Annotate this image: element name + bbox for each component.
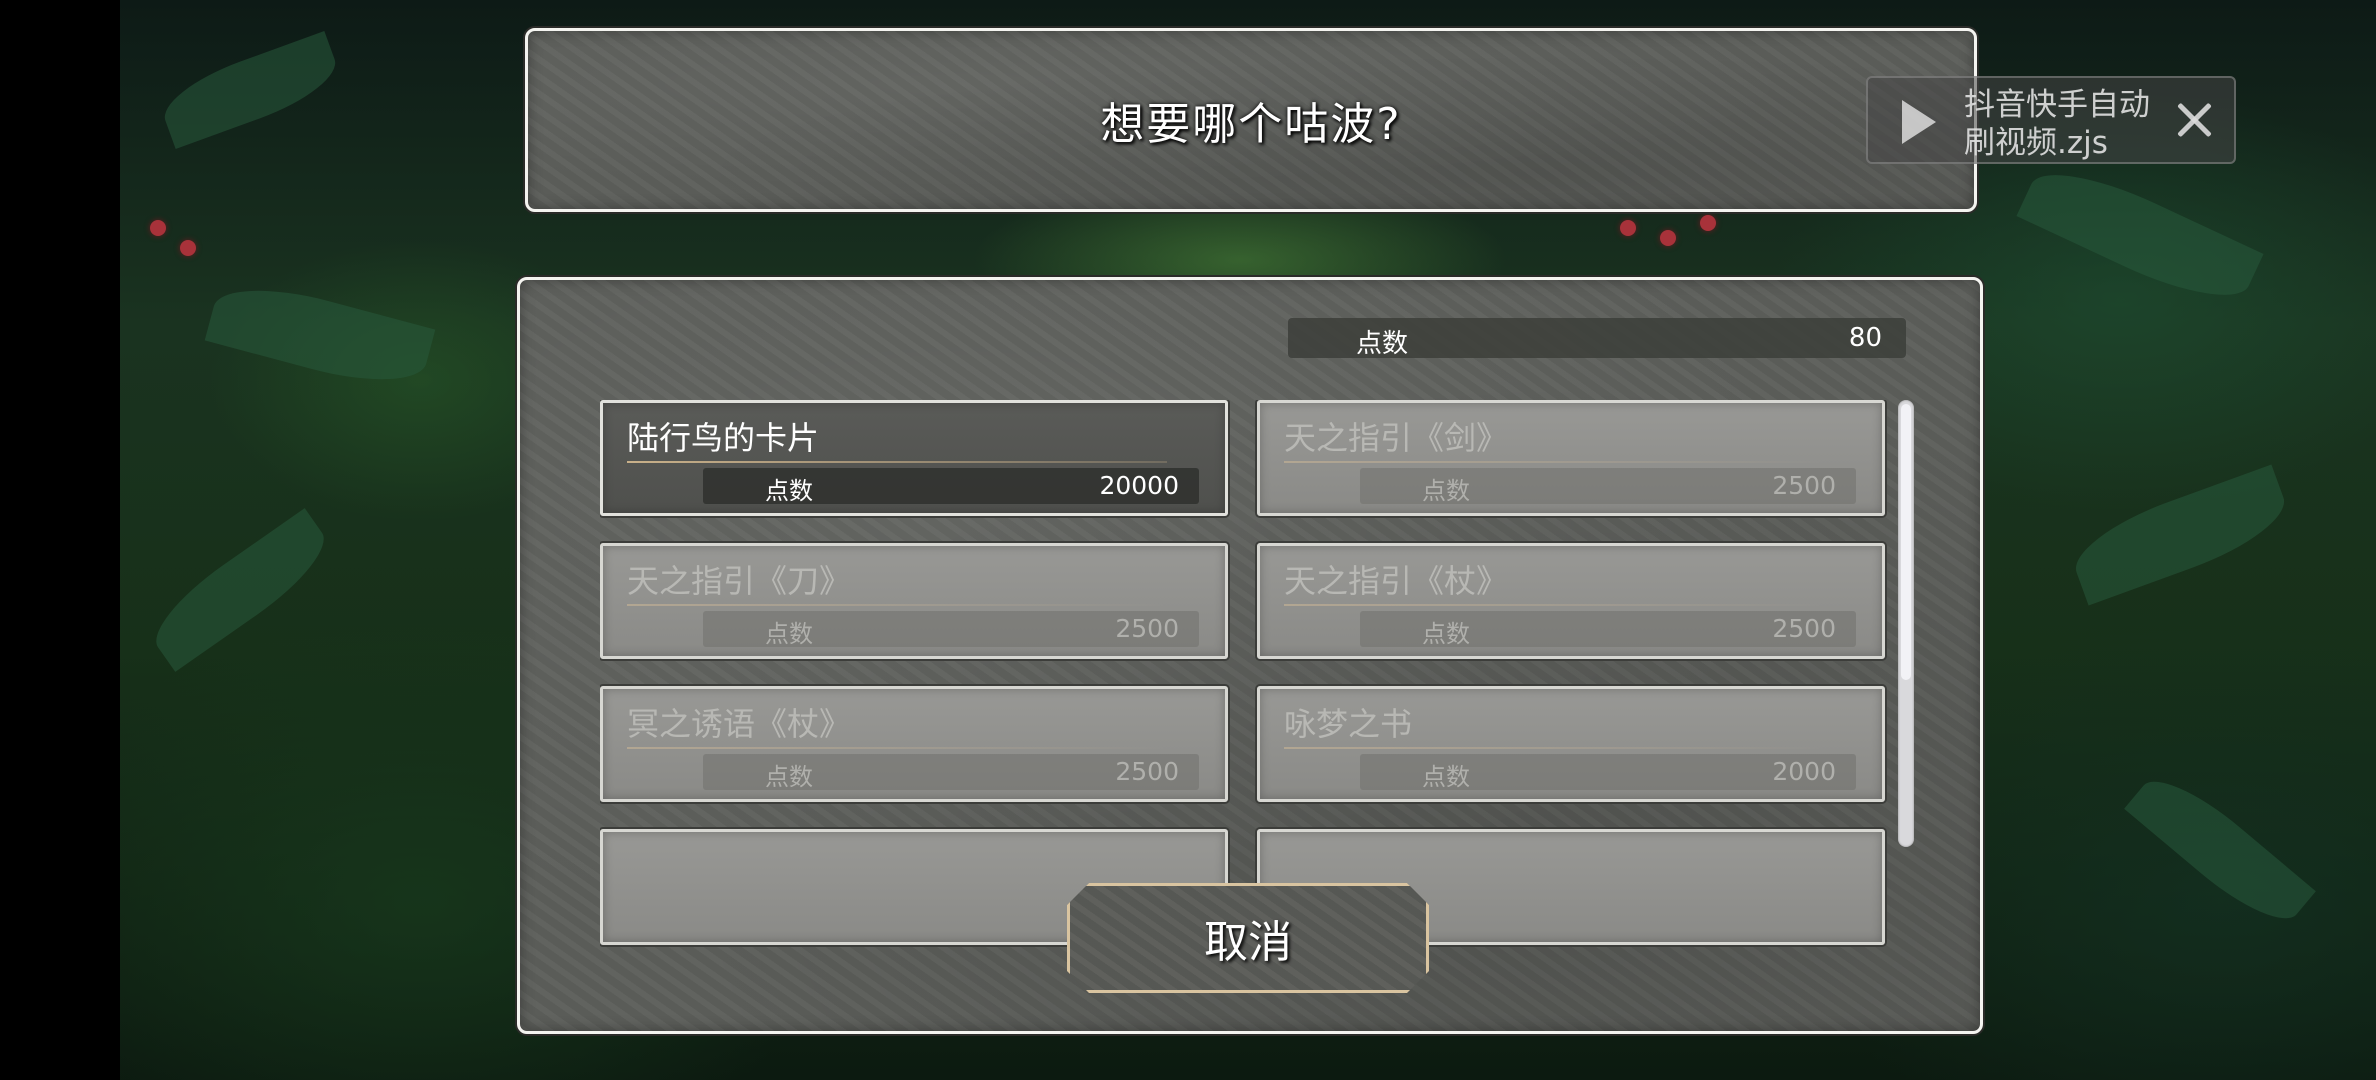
- list-item[interactable]: 咏梦之书 点数 2000: [1257, 686, 1885, 802]
- list-item[interactable]: 天之指引《剑》 点数 2500: [1257, 400, 1885, 516]
- item-divider: [627, 604, 1167, 606]
- flower-decoration: [1660, 230, 1676, 246]
- list-scrollbar[interactable]: [1898, 400, 1914, 847]
- cost-label: 点数: [1422, 620, 1470, 648]
- cost-value: 2000: [1772, 757, 1836, 786]
- cost-value: 2500: [1115, 614, 1179, 643]
- cost-value: 20000: [1099, 471, 1179, 500]
- dialog-title-box: 想要哪个咕波?: [525, 28, 1977, 212]
- leaf-decoration: [155, 31, 345, 149]
- leaf-decoration: [2016, 152, 2264, 318]
- cost-label: 点数: [765, 763, 813, 791]
- flower-decoration: [1700, 215, 1716, 231]
- leaf-decoration: [2124, 762, 2316, 938]
- item-cost: 点数 2500: [1360, 468, 1856, 505]
- leaf-decoration: [140, 508, 340, 672]
- item-divider: [1284, 747, 1824, 749]
- item-name: 天之指引《杖》: [1284, 562, 1509, 600]
- points-display: 点数 80: [1288, 318, 1906, 359]
- item-cost: 点数 2500: [703, 754, 1199, 791]
- item-name: 咏梦之书: [1284, 705, 1413, 743]
- item-cost: 点数 2000: [1360, 754, 1856, 791]
- item-name: 天之指引《刀》: [627, 562, 852, 600]
- item-name: 陆行鸟的卡片: [627, 419, 820, 457]
- cost-label: 点数: [1422, 477, 1470, 505]
- flower-decoration: [150, 220, 166, 236]
- cost-label: 点数: [765, 477, 813, 505]
- game-screen: 想要哪个咕波? 点数 80 陆行鸟的卡片 点数 20000 天之指引《剑》 点数…: [0, 0, 2376, 1080]
- close-icon[interactable]: [2172, 98, 2216, 142]
- list-item[interactable]: 天之指引《杖》 点数 2500: [1257, 543, 1885, 659]
- play-icon[interactable]: [1902, 100, 1936, 144]
- leaf-decoration: [204, 272, 436, 398]
- points-value: 80: [1848, 323, 1882, 353]
- item-divider: [627, 461, 1167, 463]
- list-item[interactable]: 陆行鸟的卡片 点数 20000: [600, 400, 1228, 516]
- item-cost: 点数 20000: [703, 468, 1199, 505]
- item-divider: [1284, 461, 1824, 463]
- item-cost: 点数 2500: [1360, 611, 1856, 648]
- leaf-decoration: [2064, 464, 2296, 606]
- item-name: 天之指引《剑》: [1284, 419, 1509, 457]
- floating-video-widget[interactable]: 抖音快手自动刷视频.zjs: [1866, 76, 2236, 164]
- shop-panel: 点数 80 陆行鸟的卡片 点数 20000 天之指引《剑》 点数 2500 天之…: [517, 277, 1983, 1034]
- item-cost: 点数 2500: [703, 611, 1199, 648]
- cost-label: 点数: [1422, 763, 1470, 791]
- item-name: 冥之诱语《杖》: [627, 705, 852, 743]
- cost-label: 点数: [765, 620, 813, 648]
- overlay-title: 抖音快手自动刷视频.zjs: [1964, 87, 2150, 161]
- letterbox-bar: [0, 0, 120, 1080]
- cost-value: 2500: [1115, 757, 1179, 786]
- list-item[interactable]: 冥之诱语《杖》 点数 2500: [600, 686, 1228, 802]
- item-divider: [627, 747, 1167, 749]
- cost-value: 2500: [1772, 614, 1836, 643]
- scrollbar-thumb[interactable]: [1901, 404, 1911, 680]
- points-label: 点数: [1356, 329, 1409, 359]
- flower-decoration: [1620, 220, 1636, 236]
- list-item[interactable]: 天之指引《刀》 点数 2500: [600, 543, 1228, 659]
- dialog-title: 想要哪个咕波?: [1100, 99, 1402, 150]
- cancel-button[interactable]: 取消: [1067, 883, 1429, 993]
- flower-decoration: [180, 240, 196, 256]
- cancel-label: 取消: [1204, 917, 1292, 968]
- item-divider: [1284, 604, 1824, 606]
- cost-value: 2500: [1772, 471, 1836, 500]
